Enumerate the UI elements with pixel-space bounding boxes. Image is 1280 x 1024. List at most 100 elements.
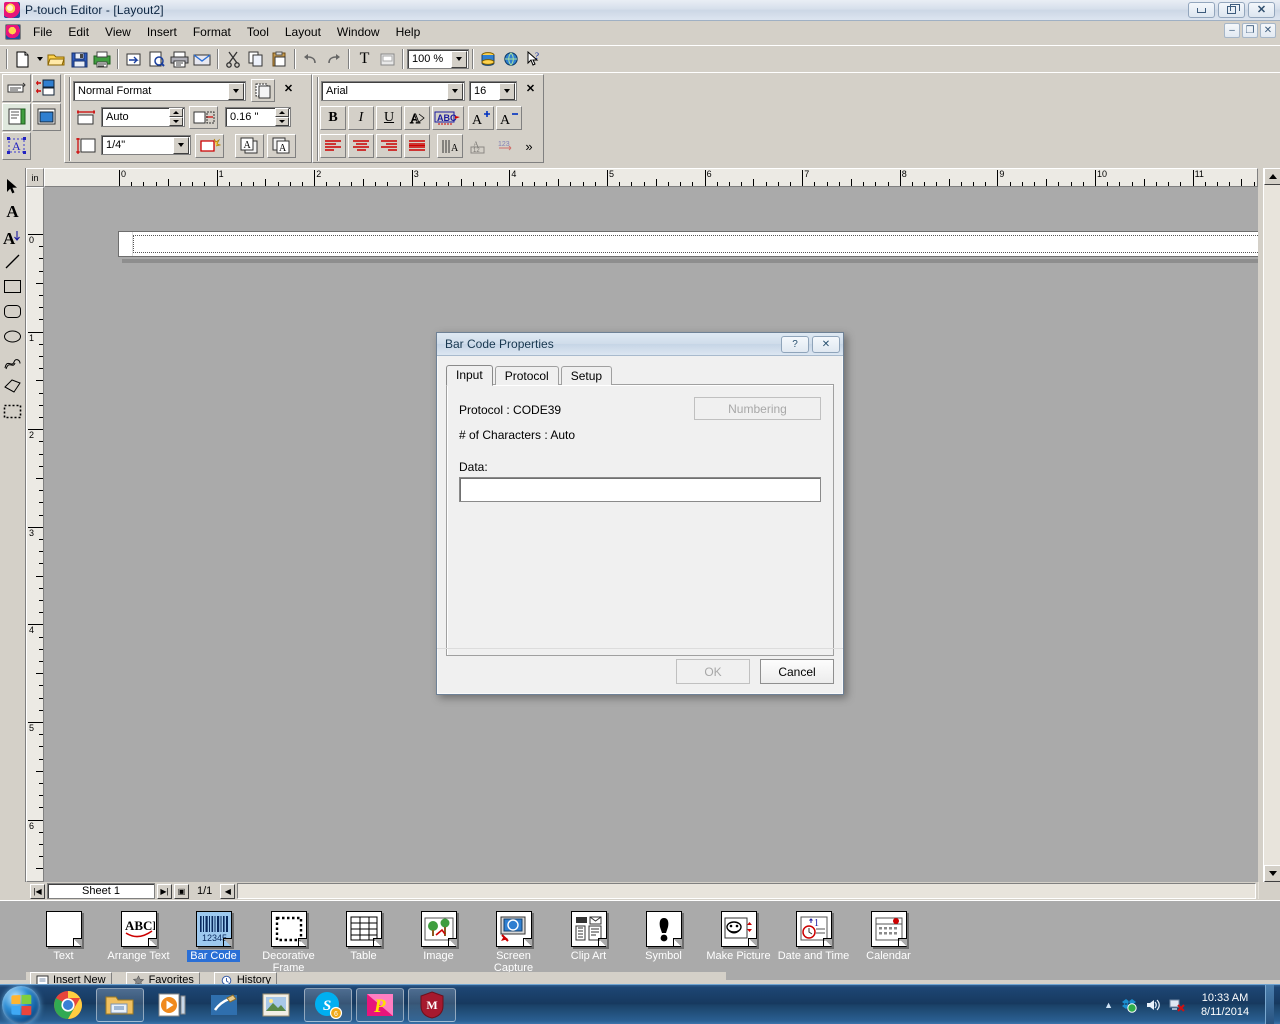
palette-item-image[interactable]: Image: [401, 911, 476, 962]
font-name-combo[interactable]: Arial: [321, 81, 465, 101]
text-effect-button[interactable]: ABC: [432, 106, 464, 130]
document-menu-icon[interactable]: [5, 24, 21, 40]
length-spin-buttons[interactable]: [169, 108, 183, 126]
cancel-button[interactable]: Cancel: [760, 659, 834, 684]
tray-clock[interactable]: 10:33 AM 8/11/2014: [1193, 991, 1257, 1019]
mail-icon[interactable]: [191, 48, 214, 70]
tab-setup[interactable]: Setup: [560, 366, 613, 385]
mdi-close-button[interactable]: ✕: [1260, 23, 1276, 38]
object-front-icon[interactable]: A: [235, 134, 264, 158]
layout-style-edit-icon[interactable]: [251, 79, 275, 102]
justify-button[interactable]: [404, 134, 430, 158]
ellipse-tool[interactable]: [1, 324, 25, 349]
window-minimize-button[interactable]: [1188, 2, 1215, 18]
help-pointer-icon[interactable]: ?: [523, 48, 546, 70]
character-style-button[interactable]: A 12: [465, 134, 491, 158]
select-arrow-tool[interactable]: [1, 174, 25, 199]
tape-width-dropdown-icon[interactable]: [173, 136, 189, 154]
frame-icon[interactable]: [376, 48, 399, 70]
menu-insert[interactable]: Insert: [139, 22, 185, 42]
layout-style-icon[interactable]: [32, 74, 61, 102]
save-icon[interactable]: [68, 48, 91, 70]
palette-item-bar-code[interactable]: 12345 Bar Code: [176, 911, 251, 962]
start-orb-icon[interactable]: [2, 985, 40, 1024]
layout-style-dropdown-icon[interactable]: [228, 82, 244, 100]
bar-code-properties-dialog[interactable]: Bar Code Properties ? ✕ Input Protocol S…: [436, 332, 844, 695]
palette-item-table[interactable]: Table: [326, 911, 401, 962]
scroll-up-button[interactable]: [1264, 168, 1280, 185]
skype-taskbar-icon[interactable]: S6: [304, 987, 352, 1022]
insert-text-icon[interactable]: T: [353, 48, 376, 70]
italic-button[interactable]: I: [348, 106, 374, 130]
window-close-button[interactable]: ✕: [1248, 2, 1275, 18]
globe-icon[interactable]: [500, 48, 523, 70]
network-tray-icon[interactable]: [1169, 997, 1185, 1013]
palette-item-arrange-text[interactable]: ABCD Arrange Text: [101, 911, 176, 962]
tape-width-combo[interactable]: 1/4": [101, 135, 191, 155]
mcafee-taskbar-icon[interactable]: M: [408, 987, 456, 1022]
dialog-help-button[interactable]: ?: [781, 335, 809, 353]
copy-icon[interactable]: [245, 48, 268, 70]
mdi-minimize-button[interactable]: –: [1224, 23, 1240, 38]
vertical-ruler[interactable]: 0 1 2 3 4 5 6: [26, 187, 44, 882]
menu-edit[interactable]: Edit: [60, 22, 97, 42]
margin-spinbox[interactable]: 0.16 ": [225, 107, 291, 127]
last-sheet-button[interactable]: ▶|: [157, 883, 172, 899]
print-icon[interactable]: [168, 48, 191, 70]
page-view-icon[interactable]: [32, 103, 61, 131]
first-sheet-button[interactable]: |◀: [30, 883, 45, 899]
palette-item-decorative-frame[interactable]: Decorative Frame: [251, 911, 326, 974]
new-sheet-button[interactable]: ▣: [174, 883, 189, 899]
object-back-icon[interactable]: A: [267, 134, 296, 158]
ok-button[interactable]: OK: [676, 659, 750, 684]
palette-item-screen-capture[interactable]: Screen Capture: [476, 911, 551, 974]
paste-icon[interactable]: [268, 48, 291, 70]
tray-overflow-icon[interactable]: ▲: [1104, 1000, 1113, 1010]
hscroll-left-button[interactable]: ◀: [220, 883, 236, 899]
new-document-icon[interactable]: [11, 48, 34, 70]
menu-window[interactable]: Window: [329, 22, 388, 42]
dialog-titlebar[interactable]: Bar Code Properties ? ✕: [437, 333, 843, 356]
ptouch-taskbar-icon[interactable]: P: [356, 987, 404, 1022]
open-icon[interactable]: [45, 48, 68, 70]
tape-view-icon[interactable]: [2, 103, 31, 131]
vertical-scrollbar[interactable]: [1263, 168, 1280, 882]
palette-item-date-and-time[interactable]: 1 Date and Time: [776, 911, 851, 962]
zoom-combo[interactable]: 100 %: [407, 49, 469, 69]
print-label-icon[interactable]: [91, 48, 114, 70]
tab-protocol[interactable]: Protocol: [494, 366, 559, 385]
property-toolbar-close-button[interactable]: ✕: [281, 81, 296, 96]
mdi-restore-button[interactable]: ❐: [1242, 23, 1258, 38]
outline-button[interactable]: A: [404, 106, 430, 130]
vertical-text-button[interactable]: A: [437, 134, 463, 158]
align-center-button[interactable]: [348, 134, 374, 158]
zoom-dropdown-icon[interactable]: [451, 50, 467, 68]
margin-spin-buttons[interactable]: [275, 108, 289, 126]
font-size-dropdown-icon[interactable]: [499, 82, 515, 100]
menu-tool[interactable]: Tool: [239, 22, 277, 42]
auto-format-icon[interactable]: [195, 134, 224, 158]
print-setup-icon[interactable]: [2, 74, 31, 102]
clip-area-tool[interactable]: [1, 399, 25, 424]
menu-file[interactable]: File: [25, 22, 60, 42]
database-icon[interactable]: [477, 48, 500, 70]
decrease-font-size-button[interactable]: A: [496, 106, 522, 130]
volume-tray-icon[interactable]: [1145, 997, 1161, 1013]
menu-format[interactable]: Format: [185, 22, 239, 42]
font-name-dropdown-icon[interactable]: [447, 82, 463, 100]
transfer-icon[interactable]: [122, 48, 145, 70]
layout-style-combo[interactable]: Normal Format: [73, 81, 246, 101]
menu-view[interactable]: View: [97, 22, 139, 42]
numbering-button-toolbar[interactable]: 123: [493, 134, 519, 158]
increase-font-size-button[interactable]: A: [468, 106, 494, 130]
horizontal-scrollbar[interactable]: [237, 883, 1256, 899]
align-right-button[interactable]: [376, 134, 402, 158]
length-spinbox[interactable]: Auto: [101, 107, 185, 127]
cut-icon[interactable]: [222, 48, 245, 70]
rounded-rectangle-tool[interactable]: [1, 299, 25, 324]
palette-item-calendar[interactable]: Calendar: [851, 911, 926, 962]
undo-icon[interactable]: [299, 48, 322, 70]
arrange-text-tool[interactable]: A: [1, 224, 25, 249]
tab-input[interactable]: Input: [446, 365, 493, 386]
toolbar-grip[interactable]: [6, 49, 8, 69]
